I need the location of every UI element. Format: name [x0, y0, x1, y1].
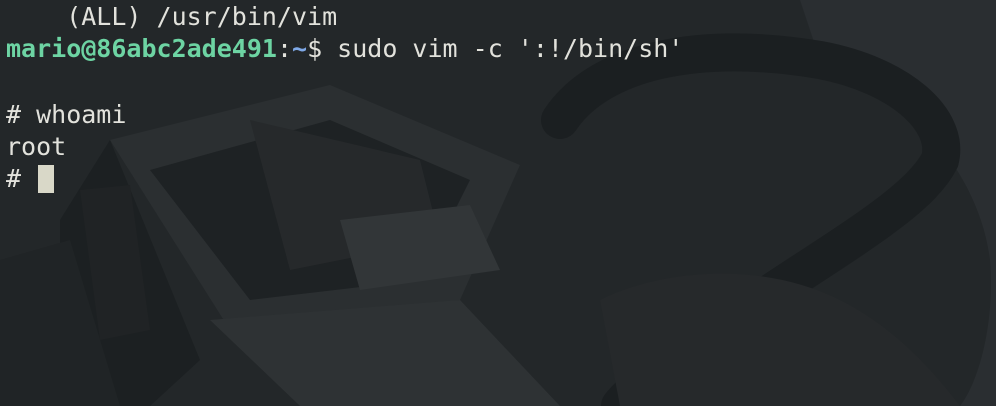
prompt-path: ~: [292, 34, 308, 63]
terminal-screen[interactable]: (ALL) /usr/bin/vim mario@86abc2ade491:~$…: [6, 0, 986, 406]
root-prompt-symbol: #: [6, 164, 37, 193]
root-command-whoami: # whoami: [6, 100, 127, 129]
command-output: root: [6, 132, 67, 161]
entered-command: sudo vim -c ':!/bin/sh': [322, 34, 684, 63]
command-line: mario@86abc2ade491:~$ sudo vim -c ':!/bi…: [6, 33, 683, 65]
prompt-separator: :: [276, 34, 292, 63]
active-root-prompt[interactable]: #: [6, 163, 55, 195]
terminal-window[interactable]: (ALL) /usr/bin/vim mario@86abc2ade491:~$…: [0, 0, 996, 406]
prompt-symbol: $: [307, 34, 323, 63]
text-cursor: [38, 165, 55, 193]
prompt-user-host: mario@86abc2ade491: [6, 34, 277, 63]
sudo-list-entry: (ALL) /usr/bin/vim: [6, 2, 338, 31]
